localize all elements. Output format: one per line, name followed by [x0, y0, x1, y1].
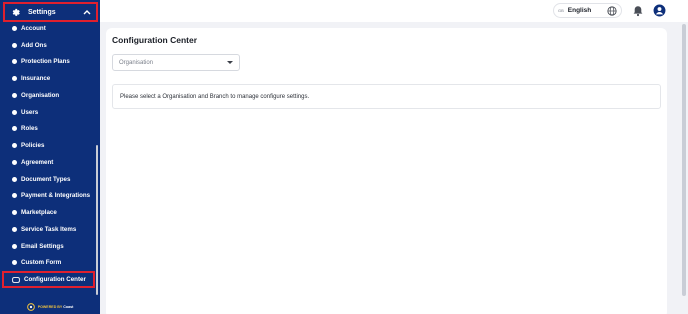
sidebar-item-label: Configuration Center	[24, 276, 86, 283]
sidebar-item-roles[interactable]: Roles	[0, 121, 100, 138]
brand-logo-icon	[26, 303, 35, 311]
sidebar-item-label: Users	[21, 108, 39, 116]
sidebar-item-label: Account	[21, 24, 46, 32]
configuration-center-card: Configuration Center Organisation Please…	[106, 28, 667, 314]
sidebar: Settings Account Add Ons Protection Plan…	[0, 0, 100, 314]
bullet-icon	[12, 92, 17, 98]
page-title: Configuration Center	[112, 35, 197, 45]
bullet-icon	[12, 76, 17, 82]
sidebar-item-label: Service Task Items	[21, 225, 77, 233]
bullet-icon	[12, 59, 17, 65]
sidebar-item-policies[interactable]: Policies	[0, 137, 100, 154]
sidebar-item-label: Email Settings	[21, 242, 64, 250]
organisation-select-value: Organisation	[119, 59, 154, 66]
sidebar-item-label: Payment & Integrations	[21, 192, 91, 200]
bullet-icon	[12, 109, 17, 115]
globe-icon	[607, 5, 617, 16]
bullet-icon	[12, 226, 17, 232]
sidebar-item-marketplace[interactable]: Marketplace	[0, 204, 100, 221]
sidebar-item-configuration-center[interactable]: Configuration Center	[2, 271, 95, 288]
bullet-icon	[12, 126, 17, 132]
bullet-icon	[12, 243, 17, 249]
sidebar-item-account[interactable]: Account	[0, 20, 100, 37]
sidebar-item-organisation[interactable]: Organisation	[0, 87, 100, 104]
sidebar-item-label: Protection Plans	[21, 58, 70, 66]
sidebar-item-label: Marketplace	[21, 209, 57, 217]
bullet-icon	[12, 193, 17, 199]
sidebar-item-agreement[interactable]: Agreement	[0, 154, 100, 171]
bullet-icon	[12, 25, 17, 31]
sidebar-item-protection-plans[interactable]: Protection Plans	[0, 54, 100, 71]
top-bar: GB English	[100, 0, 688, 22]
powered-by-brand: Coast	[63, 305, 74, 309]
sidebar-item-label: Roles	[21, 125, 38, 133]
sidebar-item-label: Agreement	[21, 158, 54, 166]
sidebar-item-insurance[interactable]: Insurance	[0, 70, 100, 87]
bullet-icon	[12, 42, 17, 48]
bullet-icon	[12, 143, 17, 149]
sidebar-item-label: Policies	[21, 142, 45, 150]
main-scrollbar[interactable]	[681, 22, 686, 314]
language-code: GB	[558, 8, 564, 13]
sidebar-item-document-types[interactable]: Document Types	[0, 171, 100, 188]
caret-down-icon	[227, 61, 233, 64]
sidebar-item-add-ons[interactable]: Add Ons	[0, 37, 100, 54]
tag-icon	[12, 276, 20, 283]
bullet-icon	[12, 260, 17, 266]
language-selector[interactable]: GB English	[553, 3, 622, 18]
sidebar-item-custom-form[interactable]: Custom Form	[0, 255, 100, 272]
settings-label: Settings	[28, 8, 56, 16]
sidebar-item-payment-integrations[interactable]: Payment & Integrations	[0, 188, 100, 205]
powered-by-text: POWERED BY	[37, 305, 63, 309]
sidebar-item-label: Organisation	[21, 91, 60, 99]
sidebar-item-label: Add Ons	[21, 41, 47, 49]
sidebar-item-label: Custom Form	[21, 259, 62, 267]
bullet-icon	[12, 159, 17, 165]
bell-icon[interactable]	[632, 5, 644, 17]
sidebar-item-label: Insurance	[21, 75, 51, 83]
bullet-icon	[12, 210, 17, 216]
settings-menu-toggle[interactable]: Settings	[3, 2, 98, 22]
sidebar-item-email-settings[interactable]: Email Settings	[0, 238, 100, 255]
chevron-up-icon	[82, 7, 92, 17]
organisation-select[interactable]: Organisation	[112, 54, 240, 71]
sidebar-item-service-task-items[interactable]: Service Task Items	[0, 221, 100, 238]
info-notice: Please select a Organisation and Branch …	[112, 84, 661, 109]
gear-icon	[9, 6, 21, 18]
sidebar-scrollbar[interactable]	[96, 145, 98, 295]
bullet-icon	[12, 176, 17, 182]
main-scrollbar-thumb[interactable]	[682, 24, 686, 296]
settings-nav-list: Account Add Ons Protection Plans Insuran…	[0, 20, 100, 271]
sidebar-item-label: Document Types	[21, 175, 71, 183]
user-avatar-icon[interactable]	[653, 4, 666, 17]
powered-by-footer: POWERED BY Coast	[0, 300, 100, 314]
language-name: English	[567, 7, 592, 14]
sidebar-item-users[interactable]: Users	[0, 104, 100, 121]
